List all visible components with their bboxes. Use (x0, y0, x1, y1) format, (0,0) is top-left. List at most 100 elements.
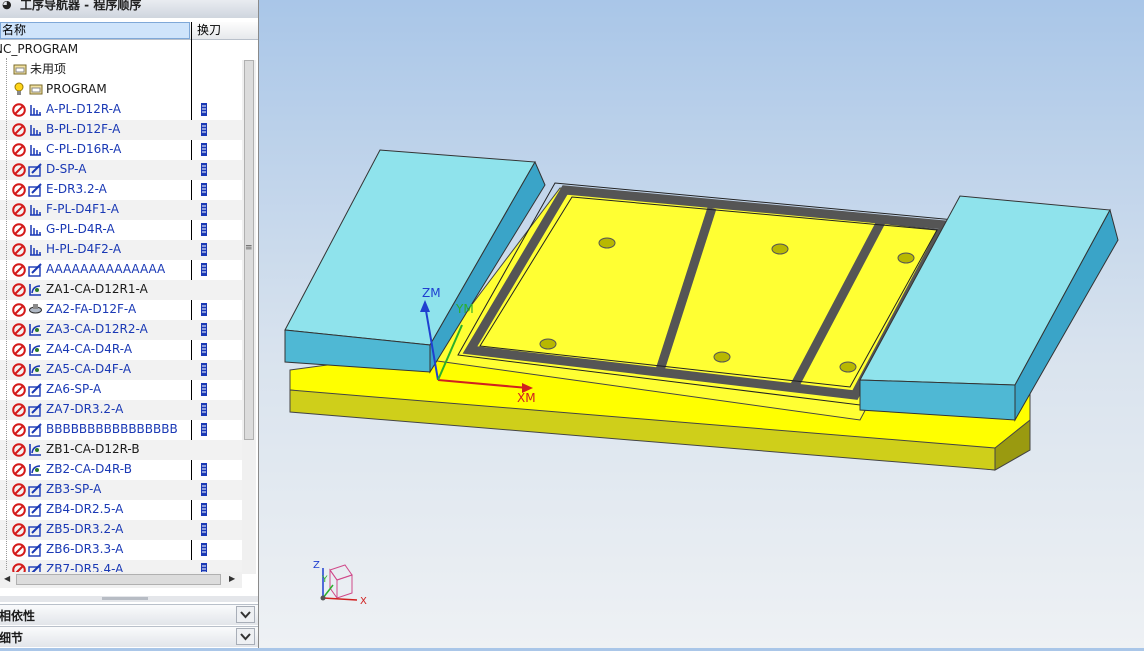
point-to-point-icon (28, 502, 43, 517)
tree-item-unused[interactable]: 未用项 (0, 60, 242, 80)
column-header-tool-change[interactable]: 换刀 (197, 22, 221, 39)
cavity-mill-icon (28, 462, 43, 477)
operation-row[interactable]: F-PL-D4F1-A (0, 200, 242, 220)
tool-change-icon (200, 363, 208, 376)
program-folder-icon (29, 82, 44, 97)
expand-dependencies-chevron-icon[interactable] (236, 606, 255, 623)
scroll-grip-icon: ≡ (245, 243, 253, 253)
operation-row[interactable]: ZB1-CA-D12R-B (0, 440, 242, 460)
tool-change-icon (200, 543, 208, 556)
operation-row[interactable]: BBBBBBBBBBBBBBBB (0, 420, 242, 440)
expand-details-chevron-icon[interactable] (236, 628, 255, 645)
cavity-mill-icon (28, 342, 43, 357)
section-details[interactable]: 细节 (0, 626, 258, 647)
horizontal-scrollbar[interactable]: ◀ ▶ (0, 572, 242, 588)
tree-guide-line (6, 58, 7, 570)
operation-name: D-SP-A (46, 162, 87, 176)
operation-row[interactable]: D-SP-A (0, 160, 242, 180)
tool-change-icon (200, 183, 208, 196)
vertical-scrollbar[interactable]: ≡ (242, 60, 256, 574)
wcs-ym-label: YM (455, 302, 474, 316)
operation-row[interactable]: ZA6-SP-A (0, 380, 242, 400)
operation-row[interactable]: ZA5-CA-D4F-A (0, 360, 242, 380)
face-mill-icon (28, 302, 43, 317)
no-entry-status-icon (12, 223, 26, 237)
tool-change-icon (200, 123, 208, 136)
planar-mill-icon (28, 202, 43, 217)
program-label: PROGRAM (46, 82, 107, 96)
no-entry-status-icon (12, 243, 26, 257)
operation-name: E-DR3.2-A (46, 182, 107, 196)
tool-change-icon (200, 143, 208, 156)
section-dependencies[interactable]: 相依性 (0, 604, 258, 625)
pin-icon[interactable]: ◕ (2, 0, 12, 12)
no-entry-status-icon (12, 283, 26, 297)
operation-row[interactable]: ZB4-DR2.5-A (0, 500, 242, 520)
operation-row[interactable]: ZA7-DR3.2-A (0, 400, 242, 420)
scroll-left-icon[interactable]: ◀ (4, 574, 10, 583)
column-header-name[interactable]: 名称 (0, 22, 190, 39)
operation-row[interactable]: ZA3-CA-D12R2-A (0, 320, 242, 340)
no-entry-status-icon (12, 543, 26, 557)
operation-name: ZA2-FA-D12F-A (46, 302, 137, 316)
operation-name: ZA7-DR3.2-A (46, 402, 124, 416)
model-view[interactable]: ZM YM XM Z Y X (259, 0, 1144, 648)
cavity-mill-icon (28, 322, 43, 337)
planar-mill-icon (28, 102, 43, 117)
operation-row[interactable]: ZA4-CA-D4R-A (0, 340, 242, 360)
tool-change-icon (200, 223, 208, 236)
no-entry-status-icon (12, 363, 26, 377)
operation-row[interactable]: E-DR3.2-A (0, 180, 242, 200)
operation-row[interactable]: ZA2-FA-D12F-A (0, 300, 242, 320)
scroll-right-icon[interactable]: ▶ (229, 574, 235, 583)
no-entry-status-icon (12, 383, 26, 397)
operation-name: ZB4-DR2.5-A (46, 502, 124, 516)
no-entry-status-icon (12, 143, 26, 157)
horizontal-scroll-thumb[interactable] (16, 574, 221, 585)
graphics-viewport[interactable]: ZM YM XM Z Y X (259, 0, 1144, 648)
tool-change-icon (200, 383, 208, 396)
operation-row[interactable]: ZB5-DR3.2-A (0, 520, 242, 540)
operation-row[interactable]: G-PL-D4R-A (0, 220, 242, 240)
navigator-title: 工序导航器 - 程序顺序 (20, 0, 142, 12)
no-entry-status-icon (12, 183, 26, 197)
tree-root-nc-program[interactable]: NC_PROGRAM (0, 40, 242, 60)
dependencies-label: 相依性 (0, 609, 36, 623)
triad-z-label: Z (313, 560, 320, 571)
column-header-row: 名称 换刀 (0, 22, 258, 40)
point-to-point-icon (28, 262, 43, 277)
panel-splitter[interactable] (0, 596, 258, 602)
operation-name: ZB2-CA-D4R-B (46, 462, 132, 476)
operation-row[interactable]: ZB6-DR3.3-A (0, 540, 242, 560)
tool-change-icon (200, 503, 208, 516)
view-triad-icon[interactable]: Z Y X (313, 560, 367, 607)
operation-name: ZA6-SP-A (46, 382, 102, 396)
operation-name: ZB5-DR3.2-A (46, 522, 124, 536)
tool-change-icon (200, 243, 208, 256)
operation-row[interactable]: H-PL-D4F2-A (0, 240, 242, 260)
tree-item-program[interactable]: PROGRAM (0, 80, 242, 100)
operation-row[interactable]: ZA1-CA-D12R1-A (0, 280, 242, 300)
wcs-xm-label: XM (517, 391, 536, 405)
planar-mill-icon (28, 122, 43, 137)
operation-name: ZA4-CA-D4R-A (46, 342, 133, 356)
cavity-mill-icon (28, 282, 43, 297)
tool-change-icon (200, 403, 208, 416)
operation-row[interactable]: C-PL-D16R-A (0, 140, 242, 160)
operation-name: C-PL-D16R-A (46, 142, 122, 156)
no-entry-status-icon (12, 503, 26, 517)
triad-x-label: X (360, 596, 367, 607)
planar-mill-icon (28, 222, 43, 237)
no-entry-status-icon (12, 123, 26, 137)
no-entry-status-icon (12, 323, 26, 337)
operation-row[interactable]: B-PL-D12F-A (0, 120, 242, 140)
operation-row[interactable]: ZB3-SP-A (0, 480, 242, 500)
operation-name: ZB6-DR3.3-A (46, 542, 124, 556)
operation-row[interactable]: AAAAAAAAAAAAAA (0, 260, 242, 280)
point-to-point-icon (28, 522, 43, 537)
warning-bulb-icon (13, 82, 28, 97)
no-entry-status-icon (12, 523, 26, 537)
operation-row[interactable]: ZB2-CA-D4R-B (0, 460, 242, 480)
operation-row[interactable]: A-PL-D12R-A (0, 100, 242, 120)
no-entry-status-icon (12, 343, 26, 357)
